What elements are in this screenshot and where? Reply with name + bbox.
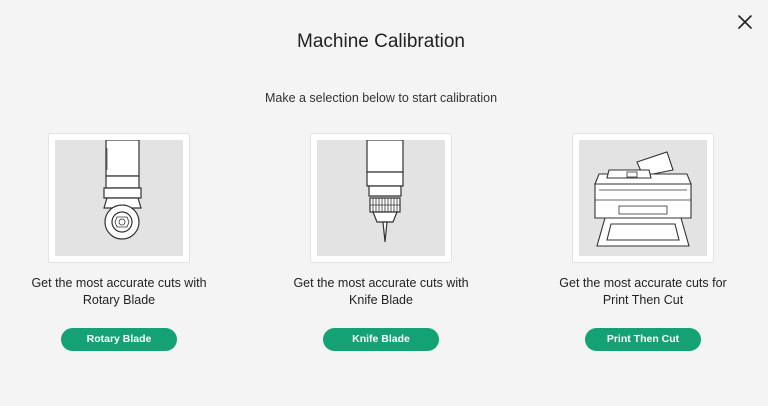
option-description: Get the most accurate cuts with Rotary B… xyxy=(4,275,234,309)
option-thumbnail[interactable] xyxy=(48,133,190,263)
option-description: Get the most accurate cuts with Knife Bl… xyxy=(266,275,496,309)
dialog-title: Machine Calibration xyxy=(297,31,465,52)
knife-blade-button[interactable]: Knife Blade xyxy=(323,328,439,351)
option-thumbnail[interactable] xyxy=(310,133,452,263)
option-description-line2: Rotary Blade xyxy=(82,293,156,307)
option-description-line1: Get the most accurate cuts with xyxy=(31,276,207,290)
option-card-print-then-cut: Get the most accurate cuts for Print The… xyxy=(528,133,758,351)
printer-image xyxy=(594,151,692,247)
option-description-line1: Get the most accurate cuts with xyxy=(293,276,469,290)
rotary-blade-image xyxy=(103,140,142,240)
knife-blade-image xyxy=(366,140,404,243)
option-description-line2: Print Then Cut xyxy=(602,293,684,307)
print-then-cut-button[interactable]: Print Then Cut xyxy=(585,328,701,351)
option-card-knife-blade: Get the most accurate cuts with Knife Bl… xyxy=(266,133,496,351)
dialog-subtitle: Make a selection below to start calibrat… xyxy=(264,91,498,105)
option-thumbnail[interactable] xyxy=(572,133,714,263)
option-description-line1: Get the most accurate cuts for xyxy=(559,276,727,290)
rotary-blade-button[interactable]: Rotary Blade xyxy=(61,328,177,351)
option-description: Get the most accurate cuts for Print The… xyxy=(528,275,758,309)
close-icon[interactable] xyxy=(736,13,754,31)
option-card-rotary-blade: Get the most accurate cuts with Rotary B… xyxy=(4,133,234,351)
option-description-line2: Knife Blade xyxy=(349,293,413,307)
